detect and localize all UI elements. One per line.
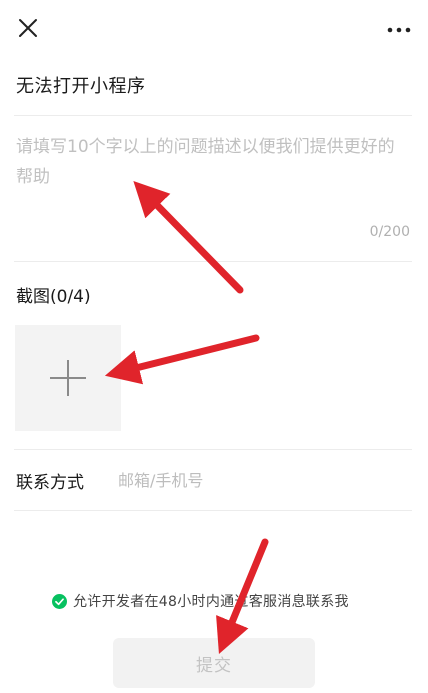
add-screenshot-button[interactable] (15, 325, 121, 431)
plus-icon (50, 360, 86, 396)
annotation-arrow-add-screenshot (104, 334, 260, 385)
divider (14, 449, 412, 450)
description-input[interactable] (16, 132, 408, 222)
submit-button[interactable]: 提交 (113, 638, 315, 688)
consent-checkbox[interactable]: 允许开发者在48小时内通过客服消息联系我 (52, 590, 349, 612)
divider (14, 115, 412, 116)
more-icon[interactable] (386, 18, 412, 42)
top-bar (0, 0, 428, 60)
screenshot-label: 截图(0/4) (16, 287, 91, 307)
contact-label: 联系方式 (16, 473, 84, 493)
contact-input[interactable] (118, 466, 408, 494)
consent-text: 允许开发者在48小时内通过客服消息联系我 (73, 594, 349, 610)
annotation-arrow-submit (216, 538, 269, 655)
divider (14, 510, 412, 511)
checkmark-circle-icon (52, 593, 67, 609)
character-counter: 0/200 (369, 224, 410, 240)
close-icon[interactable] (16, 16, 40, 40)
divider (14, 261, 412, 262)
page-title: 无法打开小程序 (16, 76, 146, 97)
